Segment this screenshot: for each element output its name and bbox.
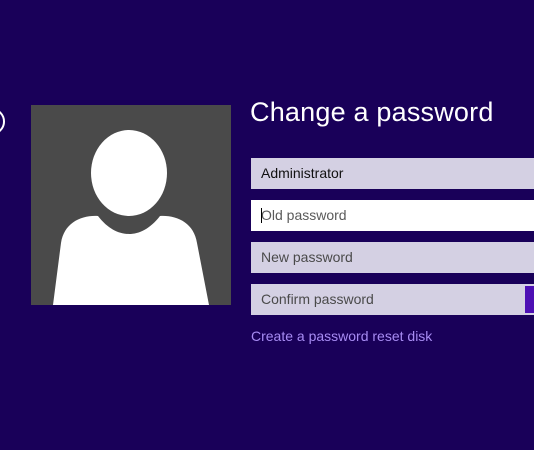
create-reset-disk-link[interactable]: Create a password reset disk bbox=[251, 328, 432, 344]
old-password-field[interactable]: Old password bbox=[251, 200, 534, 231]
username-field: Administrator bbox=[251, 158, 534, 189]
user-avatar bbox=[31, 105, 231, 305]
user-silhouette-icon bbox=[53, 130, 209, 305]
change-password-screen: Change a password Administrator Old pass… bbox=[0, 0, 534, 450]
submit-button[interactable] bbox=[525, 286, 534, 313]
username-value: Administrator bbox=[261, 165, 344, 181]
old-password-placeholder: Old password bbox=[261, 207, 347, 223]
confirm-password-placeholder: Confirm password bbox=[261, 291, 374, 307]
page-title: Change a password bbox=[250, 97, 494, 127]
new-password-placeholder: New password bbox=[261, 249, 353, 265]
new-password-field[interactable]: New password bbox=[251, 242, 534, 273]
text-cursor bbox=[261, 208, 262, 223]
back-button[interactable] bbox=[0, 108, 5, 135]
confirm-password-field[interactable]: Confirm password bbox=[251, 284, 534, 315]
